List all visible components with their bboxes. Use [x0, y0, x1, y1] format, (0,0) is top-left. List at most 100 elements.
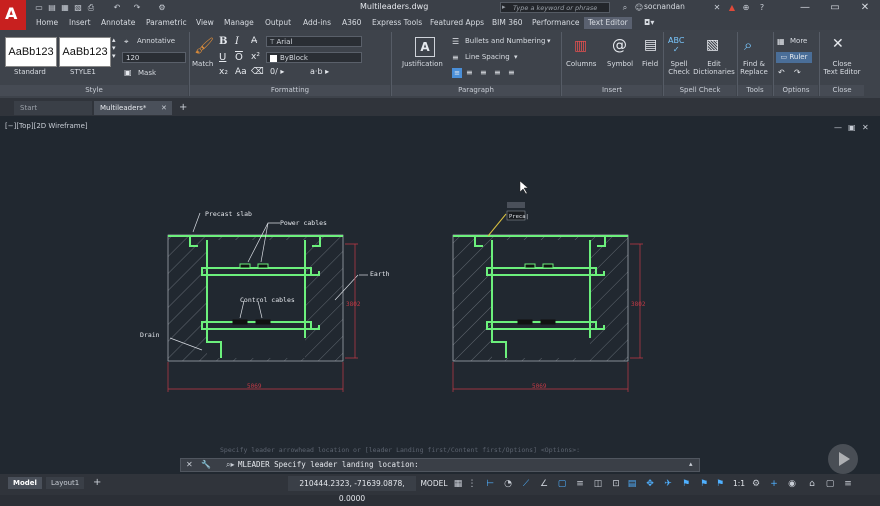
add-layout-icon[interactable]: +	[88, 477, 106, 489]
section-right[interactable]: Preca| 5069 3802	[452, 202, 646, 392]
bullets-dropdown-icon[interactable]: ▾	[547, 37, 551, 46]
style-preview-style1[interactable]: AaBb123	[59, 37, 111, 67]
redo-icon[interactable]: ↷	[132, 3, 142, 12]
workspace-gear-icon[interactable]: ⚙	[157, 3, 167, 12]
minimize-button[interactable]: —	[790, 0, 820, 16]
label-drain[interactable]: Drain	[140, 331, 160, 339]
typed-text[interactable]: Preca|	[509, 214, 529, 220]
annotation-scale-value[interactable]: 1:1	[733, 479, 745, 488]
close-doc-tab-icon[interactable]: ✕	[161, 101, 171, 115]
match-button[interactable]: Match	[192, 60, 213, 69]
grid-icon[interactable]: ▦	[452, 478, 464, 490]
open-file-icon[interactable]: ▤	[47, 3, 57, 12]
model-space-toggle[interactable]: MODEL	[418, 476, 450, 491]
label-power-cables[interactable]: Power cables	[280, 219, 327, 227]
save-icon[interactable]: ▦	[60, 3, 70, 12]
annotation-monitor-icon[interactable]: ✈	[662, 478, 674, 490]
polar-icon[interactable]: ◔	[502, 478, 514, 490]
text-height-combo[interactable]: 120	[122, 52, 186, 63]
object-snap-tracking-icon[interactable]: ∠	[538, 478, 550, 490]
font-combo[interactable]: T Arial	[266, 36, 362, 47]
annotation-visibility-icon[interactable]: ⚑	[680, 478, 692, 490]
mask-button[interactable]: Mask	[138, 69, 156, 78]
edit-dictionaries-icon[interactable]: ▧	[706, 37, 719, 53]
isolate-objects-icon[interactable]: ◉	[786, 478, 798, 490]
undo-icon[interactable]: ↶	[112, 3, 122, 12]
redo-text-icon[interactable]: ↷	[794, 68, 801, 77]
spell-check-icon[interactable]: ABC ✓	[668, 36, 684, 54]
doc-tab-start[interactable]: Start	[14, 101, 92, 115]
field-button[interactable]: Field	[642, 60, 658, 69]
overline-button[interactable]: O	[235, 52, 243, 63]
tab-insert[interactable]: Insert	[69, 17, 91, 29]
line-spacing-button[interactable]: Line Spacing	[465, 53, 510, 62]
close-editor-icon[interactable]: ✕	[832, 36, 844, 52]
tab-layout1[interactable]: Layout1	[46, 477, 85, 489]
undo-text-icon[interactable]: ↶	[778, 68, 785, 77]
tab-manage[interactable]: Manage	[224, 17, 254, 29]
tab-add-ins[interactable]: Add-ins	[303, 17, 331, 29]
application-menu-button[interactable]: A	[0, 0, 26, 30]
section-left[interactable]: Precast slab Power cables Earth Control …	[140, 210, 390, 392]
more-button[interactable]: More	[790, 37, 807, 46]
subscript-icon[interactable]: x₂	[219, 67, 228, 77]
tab-output[interactable]: Output	[265, 17, 291, 29]
restore-button[interactable]: ▭	[820, 0, 850, 16]
dim-width-right[interactable]: 5069	[532, 383, 547, 390]
label-earth[interactable]: Earth	[370, 270, 390, 278]
dim-height-right[interactable]: 3802	[631, 301, 646, 308]
video-play-button[interactable]	[828, 444, 858, 474]
color-combo[interactable]: ByBlock	[266, 52, 362, 63]
tab-performance[interactable]: Performance	[532, 17, 580, 29]
workspace-icon[interactable]: ⚙	[750, 478, 762, 490]
columns-button[interactable]: Columns	[566, 60, 596, 69]
bold-button[interactable]: B	[219, 36, 227, 47]
bullets-numbering-button[interactable]: Bullets and Numbering	[465, 37, 545, 46]
clear-formatting-icon[interactable]: ⌫	[251, 67, 264, 77]
search-input[interactable]: Type a keyword or phrase	[500, 2, 610, 13]
clean-screen-icon[interactable]: ▢	[824, 478, 836, 490]
coordinate-readout[interactable]: 210444.2323, -71639.0878, 0.0000	[288, 476, 416, 503]
symbol-button[interactable]: Symbol	[607, 60, 633, 69]
label-precast-slab[interactable]: Precast slab	[205, 210, 252, 218]
tab-model[interactable]: Model	[8, 477, 42, 489]
user-icon[interactable]: ☺	[634, 3, 644, 12]
align-left-icon[interactable]: ≡	[452, 68, 462, 78]
close-command-line-icon[interactable]: ✕	[186, 460, 193, 469]
oblique-angle-icon[interactable]: 0/ ▸	[270, 67, 284, 76]
customization-icon[interactable]: ≡	[842, 478, 854, 490]
match-brush-icon[interactable]: 🖌	[194, 36, 214, 55]
annotation-scale-icon[interactable]: ⚑	[714, 478, 726, 490]
object-snap-icon[interactable]: ▢	[556, 478, 568, 490]
tab-home[interactable]: Home	[36, 17, 58, 29]
align-center-icon[interactable]: ≡	[466, 68, 473, 77]
tracking-icon[interactable]: a‧b ▸	[310, 67, 329, 76]
auto-scale-icon[interactable]: ⚑	[698, 478, 710, 490]
close-window-button[interactable]: ✕	[850, 0, 880, 16]
superscript-icon[interactable]: x²	[251, 52, 260, 62]
style-scroll-icon[interactable]: ▴ ▾ ▾	[112, 36, 116, 60]
lineweight-icon[interactable]: ≡	[574, 478, 586, 490]
ribbon-options-icon[interactable]: ◘▾	[644, 17, 654, 29]
dim-width-left[interactable]: 5069	[247, 383, 262, 390]
command-history-dropdown-icon[interactable]: ▴	[689, 460, 693, 468]
autodesk-a360-icon[interactable]: ▲	[727, 3, 737, 12]
justification-icon[interactable]: A	[415, 37, 435, 57]
customize-command-icon[interactable]: 🔧	[201, 460, 211, 469]
edit-dictionaries-button[interactable]: Edit Dictionaries	[692, 60, 736, 76]
dim-height-left[interactable]: 3802	[346, 301, 361, 308]
annotate-plus-icon[interactable]: +	[768, 478, 780, 490]
hardware-acceleration-icon[interactable]: ⌂	[806, 478, 818, 490]
tab-express-tools[interactable]: Express Tools	[372, 17, 422, 29]
change-case-icon[interactable]: Aa	[235, 67, 247, 77]
dynamic-ucs-icon[interactable]: ▤	[626, 478, 638, 490]
transparency-icon[interactable]: ◫	[592, 478, 604, 490]
new-file-icon[interactable]: ▭	[34, 3, 44, 12]
gizmo-icon[interactable]: ✥	[644, 478, 656, 490]
tab-a360[interactable]: A360	[342, 17, 361, 29]
new-tab-icon[interactable]: +	[176, 101, 190, 115]
strikethrough-icon[interactable]: A̶	[251, 36, 257, 46]
ruler-toggle[interactable]: ▭ Ruler	[776, 52, 812, 63]
close-text-editor-button[interactable]: Close Text Editor	[820, 60, 864, 76]
columns-icon[interactable]: ▥	[574, 38, 587, 54]
